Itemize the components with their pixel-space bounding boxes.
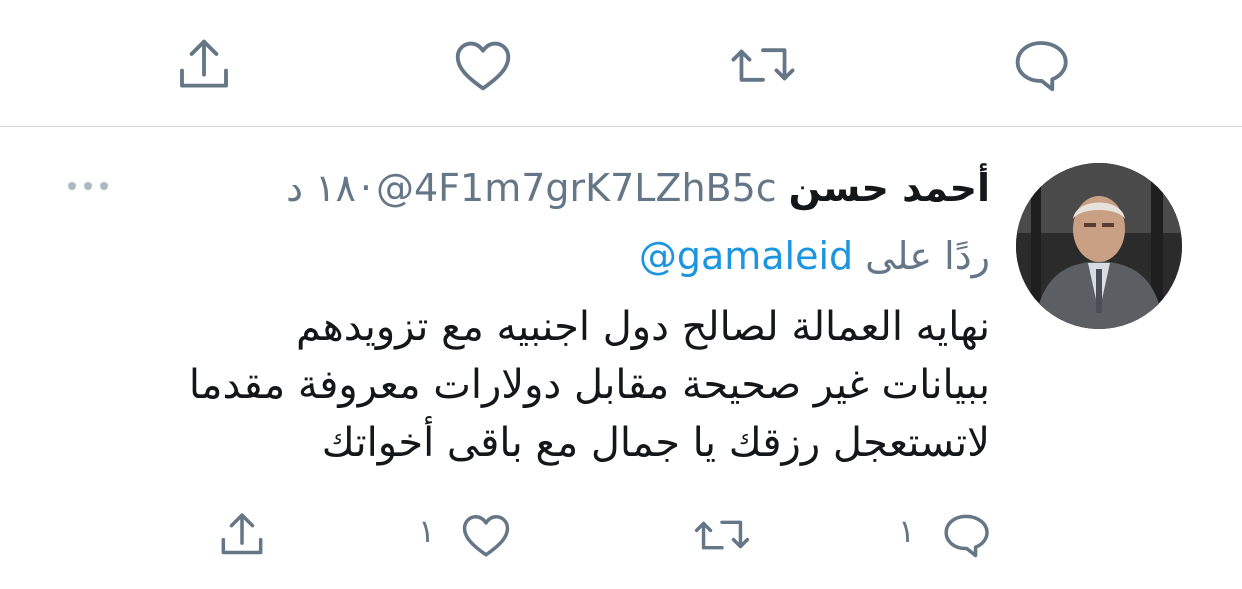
- separator-dot: ·: [359, 166, 372, 210]
- reply-count: ١: [898, 512, 916, 550]
- reply-icon[interactable]: [1006, 30, 1076, 100]
- reply-prefix: ردًا على: [865, 234, 990, 278]
- share-button[interactable]: [212, 505, 272, 565]
- share-icon[interactable]: [169, 30, 239, 100]
- like-count: ١: [418, 512, 436, 550]
- author-handle[interactable]: @4F1m7grK7LZhB5c: [376, 166, 777, 210]
- share-icon: [221, 513, 263, 555]
- author-name[interactable]: أحمد حسن: [789, 166, 990, 210]
- retweet-icon: [694, 520, 750, 550]
- divider: [0, 126, 1242, 127]
- reply-icon: [944, 514, 989, 558]
- heart-icon: [462, 515, 510, 557]
- tweet-header: أحمد حسن @4F1m7grK7LZhB5c · ١٨ د: [286, 160, 990, 216]
- reply-button[interactable]: [936, 505, 996, 565]
- tweet-text: نهايه العمالة لصالح دول اجنبيه مع تزويده…: [60, 298, 990, 472]
- replying-to: ردًا على @gamaleid: [639, 228, 990, 284]
- tweet-text-line: لاتستعجل رزقك يا جمال مع باقى أخواتك: [321, 420, 990, 466]
- timestamp[interactable]: ١٨ د: [286, 166, 356, 210]
- tweet-text-line: ببيانات غير صحيحة مقابل دولارات معروفة م…: [188, 362, 990, 408]
- retweet-icon[interactable]: [728, 30, 798, 100]
- heart-icon[interactable]: [448, 30, 518, 100]
- tweet-text-line: نهايه العمالة لصالح دول اجنبيه مع تزويده…: [295, 304, 990, 350]
- like-button[interactable]: [456, 505, 516, 565]
- retweet-button[interactable]: [692, 505, 752, 565]
- avatar[interactable]: [1016, 163, 1182, 329]
- reply-mention-link[interactable]: @gamaleid: [639, 234, 853, 278]
- more-options-icon[interactable]: [60, 166, 116, 206]
